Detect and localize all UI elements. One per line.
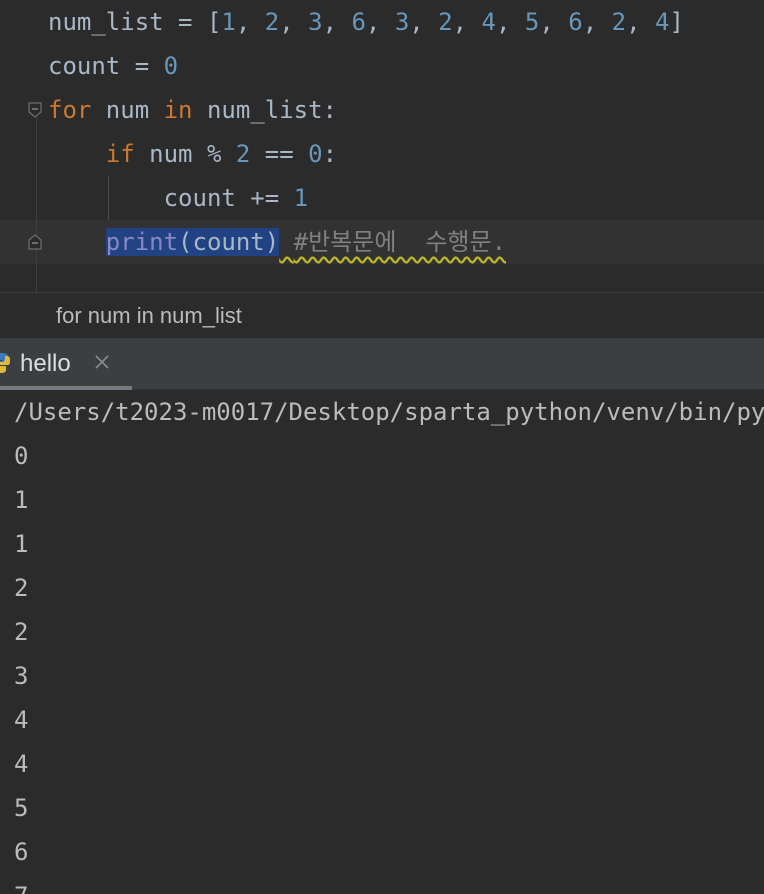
code-token: , [539, 8, 569, 36]
code-token: 2 [264, 8, 280, 36]
code-token: 6 [351, 8, 366, 36]
code-line-1[interactable]: num_list = [1, 2, 3, 6, 3, 2, 4, 5, 6, 2… [48, 0, 684, 44]
code-token: 1 [293, 184, 309, 212]
tab-label: hello [20, 350, 71, 377]
close-icon[interactable] [92, 352, 112, 372]
code-token: num [91, 96, 164, 124]
code-token: 0 [308, 140, 323, 168]
code-token: , [279, 8, 309, 36]
code-token: 4 [654, 8, 670, 36]
console-output-line: 7 [14, 874, 28, 894]
code-token: num % [134, 140, 236, 168]
code-token: ] [669, 8, 684, 36]
code-token: count += [48, 184, 294, 212]
code-token: , [452, 8, 482, 36]
code-token: , [626, 8, 655, 36]
code-token: 2 [438, 8, 453, 36]
code-token: 3 [394, 8, 410, 36]
code-token: num_list: [192, 96, 338, 124]
console-output-line: 4 [14, 706, 29, 734]
code-token: : [322, 140, 338, 168]
code-line-5[interactable]: count += 1 [48, 176, 309, 220]
console-output-line: 2 [14, 618, 29, 646]
code-token: , [235, 8, 265, 36]
code-token: == [250, 140, 309, 168]
run-tab-hello[interactable]: hello [0, 338, 132, 390]
code-token: 3 [308, 8, 323, 36]
run-console[interactable]: /Users/t2023-m0017/Desktop/sparta_python… [0, 390, 764, 894]
code-token: , [322, 8, 352, 36]
code-token: , [582, 8, 612, 36]
fold-end-icon[interactable] [28, 234, 42, 250]
code-token: , [409, 8, 439, 36]
code-token: 5 [524, 8, 540, 36]
code-token: for [48, 96, 92, 124]
code-token: 2 [235, 140, 251, 168]
console-output-line: 6 [14, 838, 29, 866]
code-line-4[interactable]: if num % 2 == 0: [48, 132, 337, 176]
code-editor[interactable]: num_list = [1, 2, 3, 6, 3, 2, 4, 5, 6, 2… [0, 0, 764, 292]
console-output-line: 0 [14, 442, 29, 470]
console-output-line: 3 [14, 662, 29, 690]
console-output-line: 4 [14, 750, 29, 778]
code-token: 1 [221, 8, 236, 36]
console-output-line: 1 [14, 486, 29, 514]
breadcrumb-item[interactable]: for num in num_list [56, 303, 242, 329]
code-token: in [163, 96, 193, 124]
console-command: /Users/t2023-m0017/Desktop/sparta_python… [14, 398, 764, 426]
console-output-line: 2 [14, 574, 29, 602]
fold-guide [36, 112, 37, 292]
code-token: 0 [163, 52, 179, 80]
code-token: 2 [611, 8, 627, 36]
code-token: print [105, 228, 179, 256]
code-token: num_list = [ [48, 8, 222, 36]
ide-window: num_list = [1, 2, 3, 6, 3, 2, 4, 5, 6, 2… [0, 0, 764, 894]
code-token: , [365, 8, 395, 36]
code-token: (count) [178, 228, 280, 256]
fold-collapse-icon[interactable] [28, 102, 42, 118]
console-output: 0 1 1 2 2 3 4 4 5 6 7 [14, 434, 28, 894]
code-token: 6 [568, 8, 583, 36]
code-line-3[interactable]: for num in num_list: [48, 88, 337, 132]
code-token: count = [48, 52, 164, 80]
code-token: , [496, 8, 525, 36]
console-output-line: 5 [14, 794, 29, 822]
run-tab-bar: hello [0, 338, 764, 390]
python-icon [0, 353, 10, 373]
code-line-2[interactable]: count = 0 [48, 44, 178, 88]
code-token: if [105, 140, 135, 168]
code-token: #반복문에 수행문. [293, 228, 507, 256]
code-line-6[interactable]: print(count) #반복문에 수행문. [48, 220, 506, 264]
code-token: 4 [481, 8, 496, 36]
breadcrumb: for num in num_list [0, 292, 764, 338]
console-output-line: 1 [14, 530, 29, 558]
